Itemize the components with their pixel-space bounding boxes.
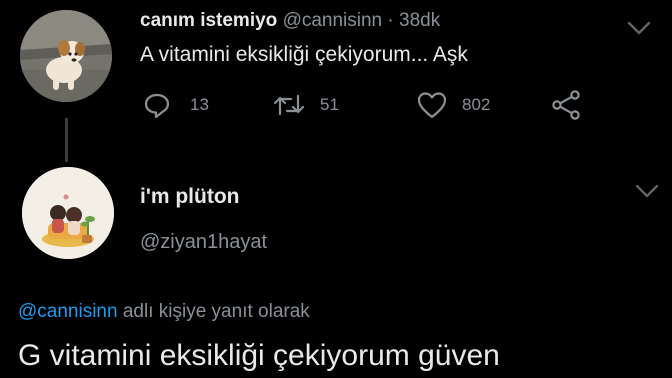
retweet-count: 51 xyxy=(320,95,339,114)
reply-text: G vitamini eksikliği çekiyorum güven xyxy=(18,339,500,372)
illustrated-couple-icon xyxy=(22,167,114,259)
puppy-icon xyxy=(20,10,112,102)
reply-button[interactable]: 13 xyxy=(142,90,209,120)
retweet-button[interactable]: 51 xyxy=(272,90,339,120)
replying-to-line: @cannisinn adlı kişiye yanıt olarak xyxy=(18,301,310,323)
reply-tweet: i'm plüton @ziyan1hayat @cannisinn adlı … xyxy=(0,155,672,378)
reply-author-name[interactable]: i'm plüton xyxy=(140,185,239,209)
chevron-down-icon[interactable] xyxy=(634,183,660,199)
like-count: 802 xyxy=(462,95,491,114)
reply-avatar[interactable] xyxy=(22,167,114,259)
replying-to-mention[interactable]: @cannisinn xyxy=(18,301,118,322)
separator-dot: · xyxy=(387,10,394,31)
chevron-down-icon[interactable] xyxy=(626,20,652,36)
retweet-icon xyxy=(273,94,305,116)
share-icon[interactable] xyxy=(550,90,582,120)
tweet-timestamp[interactable]: 38dk xyxy=(399,10,440,31)
heart-icon xyxy=(417,92,447,119)
like-button[interactable]: 802 xyxy=(416,90,490,120)
puppy-avatar[interactable] xyxy=(20,10,112,102)
tweet-text: A vitamini eksikliği çekiyorum... Aşk xyxy=(140,43,468,66)
reply-author-handle[interactable]: @ziyan1hayat xyxy=(140,231,267,254)
reply-icon xyxy=(144,93,170,119)
tweet-header: canım istemiyo @cannisinn · 38dk xyxy=(140,10,440,32)
original-tweet: canım istemiyo @cannisinn · 38dk A vitam… xyxy=(0,0,672,162)
author-handle[interactable]: @cannisinn xyxy=(283,10,383,31)
reply-count: 13 xyxy=(190,95,209,114)
replying-to-label: adlı kişiye yanıt olarak xyxy=(122,301,310,322)
author-name[interactable]: canım istemiyo xyxy=(140,10,277,31)
